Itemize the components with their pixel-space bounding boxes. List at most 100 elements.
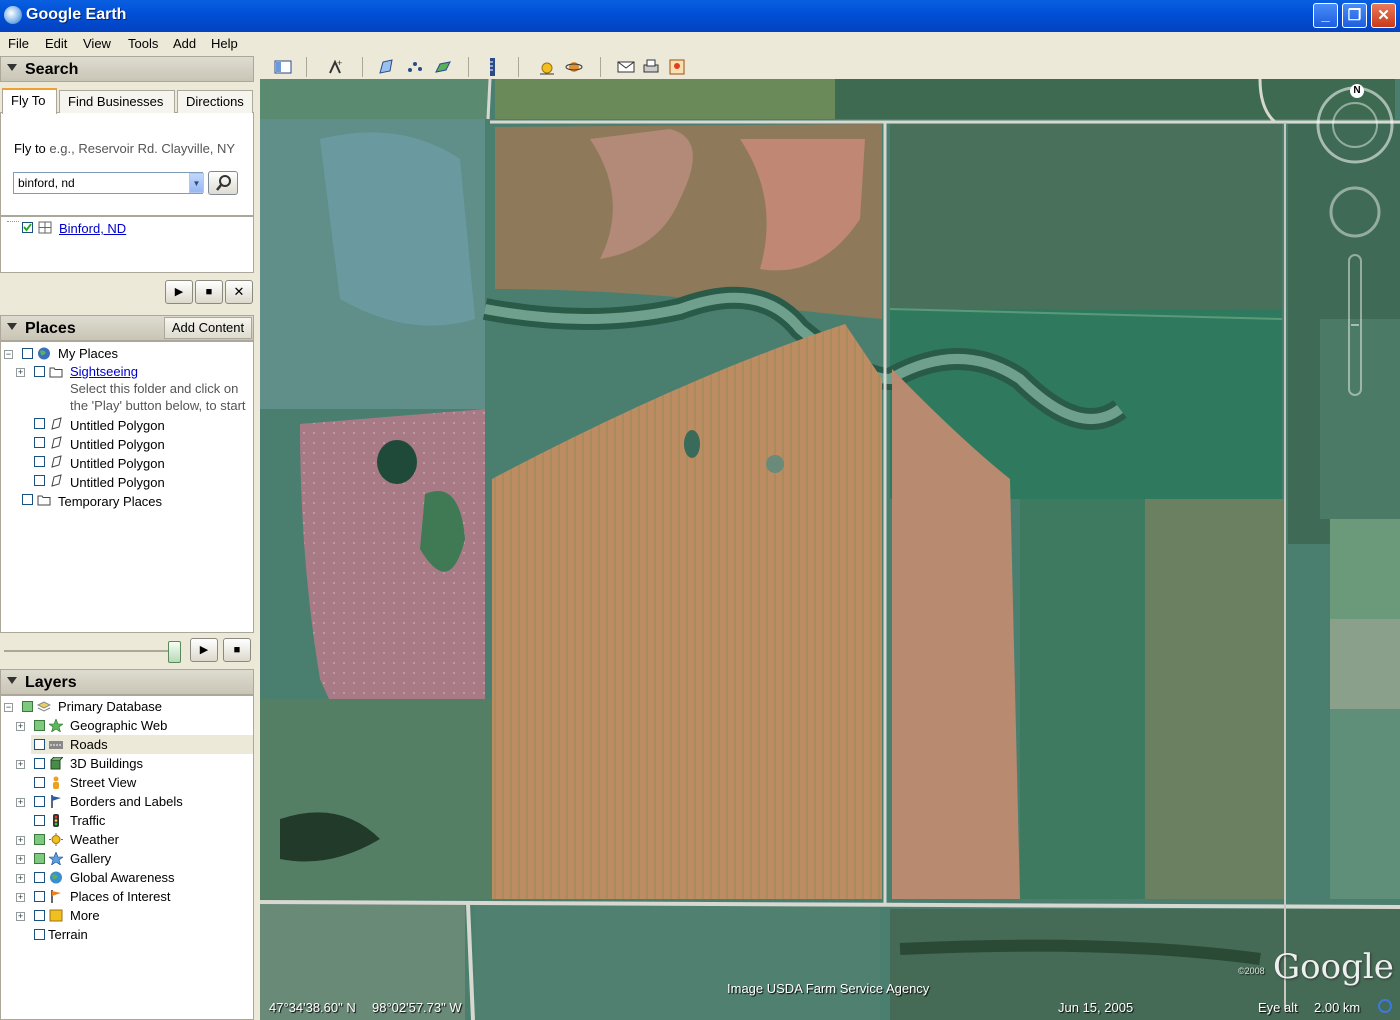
expand-icon[interactable]: + bbox=[16, 912, 25, 921]
minimize-button[interactable]: _ bbox=[1313, 3, 1338, 28]
layer-traffic[interactable]: Traffic bbox=[70, 813, 105, 832]
planet-icon[interactable] bbox=[565, 58, 583, 76]
play-button[interactable]: ▶ bbox=[165, 280, 193, 304]
tour-slider-track[interactable] bbox=[4, 650, 178, 652]
layer-checkbox[interactable] bbox=[34, 720, 45, 731]
polygon-checkbox[interactable] bbox=[34, 475, 45, 486]
expand-icon[interactable]: + bbox=[16, 368, 25, 377]
list-item[interactable]: Binford, ND bbox=[7, 219, 247, 238]
my-places-label[interactable]: My Places bbox=[58, 346, 118, 365]
temporary-places-checkbox[interactable] bbox=[22, 494, 33, 505]
eye-alt-value: 2.00 km bbox=[1314, 1000, 1361, 1015]
imagery-date: Jun 15, 2005 bbox=[1058, 1000, 1134, 1015]
polygon-checkbox[interactable] bbox=[34, 437, 45, 448]
close-button[interactable]: ✕ bbox=[1371, 3, 1396, 28]
result-binford[interactable]: Binford, ND bbox=[59, 221, 126, 236]
search-dropdown-icon[interactable]: ▼ bbox=[189, 173, 204, 193]
menu-tools[interactable]: Tools bbox=[128, 36, 158, 51]
roads-icon bbox=[49, 741, 63, 749]
sidebar-toggle-icon[interactable] bbox=[274, 58, 292, 76]
tab-fly-to[interactable]: Fly To bbox=[2, 88, 57, 114]
tour-stop-button[interactable]: ■ bbox=[223, 638, 251, 662]
layers-panel-header[interactable]: Layers bbox=[0, 669, 254, 695]
result-checkbox[interactable] bbox=[22, 222, 33, 233]
stop-button[interactable]: ■ bbox=[195, 280, 223, 304]
layer-roads[interactable]: Roads bbox=[70, 737, 108, 756]
layer-borders-labels[interactable]: Borders and Labels bbox=[70, 794, 183, 813]
layer-checkbox[interactable] bbox=[34, 796, 45, 807]
placemark-tool-icon[interactable]: + bbox=[326, 58, 344, 76]
expand-icon[interactable]: + bbox=[16, 874, 25, 883]
menu-help[interactable]: Help bbox=[211, 36, 238, 51]
layer-checkbox[interactable] bbox=[34, 834, 45, 845]
primary-database-label[interactable]: Primary Database bbox=[58, 699, 162, 718]
google-logo: Google bbox=[1273, 947, 1394, 987]
layer-more[interactable]: More bbox=[70, 908, 100, 927]
menu-view[interactable]: View bbox=[83, 36, 111, 51]
expand-icon[interactable]: + bbox=[16, 798, 25, 807]
polygon-item[interactable]: Untitled Polygon bbox=[70, 475, 165, 494]
search-input[interactable]: binford, nd bbox=[13, 172, 203, 194]
satellite-imagery bbox=[260, 79, 1400, 1020]
terrain-checkbox[interactable] bbox=[34, 929, 45, 940]
maximize-button[interactable]: ❐ bbox=[1342, 3, 1367, 28]
expand-icon[interactable]: + bbox=[16, 836, 25, 845]
view-in-maps-icon[interactable] bbox=[668, 58, 686, 76]
expand-icon[interactable]: + bbox=[16, 722, 25, 731]
tour-play-button[interactable]: ▶ bbox=[190, 638, 218, 662]
search-panel-header[interactable]: Search bbox=[0, 56, 254, 82]
layer-places-of-interest[interactable]: Places of Interest bbox=[70, 889, 170, 908]
expand-icon[interactable]: + bbox=[16, 893, 25, 902]
print-icon[interactable] bbox=[642, 58, 660, 76]
collapse-icon[interactable]: − bbox=[4, 350, 13, 359]
layer-checkbox[interactable] bbox=[34, 777, 45, 788]
layer-checkbox[interactable] bbox=[34, 853, 45, 864]
compass-north-marker[interactable]: N bbox=[1350, 84, 1364, 98]
menu-add[interactable]: Add bbox=[173, 36, 196, 51]
my-places-checkbox[interactable] bbox=[22, 348, 33, 359]
sightseeing-checkbox[interactable] bbox=[34, 366, 45, 377]
layer-global-awareness[interactable]: Global Awareness bbox=[70, 870, 175, 889]
navigation-controls[interactable] bbox=[1315, 85, 1400, 405]
layer-checkbox[interactable] bbox=[34, 758, 45, 769]
layer-terrain[interactable]: Terrain bbox=[48, 927, 88, 946]
menu-file[interactable]: File bbox=[8, 36, 29, 51]
map-view[interactable]: N Image USDA Farm Service Agency ©2008 G… bbox=[260, 79, 1400, 1020]
primary-database-checkbox[interactable] bbox=[22, 701, 33, 712]
layer-checkbox[interactable] bbox=[34, 739, 45, 750]
layer-gallery[interactable]: Gallery bbox=[70, 851, 111, 870]
tab-directions[interactable]: Directions bbox=[177, 90, 253, 113]
collapse-triangle-icon bbox=[7, 64, 17, 71]
collapse-icon[interactable]: − bbox=[4, 703, 13, 712]
path-tool-icon[interactable] bbox=[406, 58, 424, 76]
email-icon[interactable] bbox=[617, 58, 635, 76]
clear-button[interactable]: ✕ bbox=[225, 280, 253, 304]
sunlight-icon[interactable] bbox=[538, 58, 556, 76]
expand-icon[interactable]: + bbox=[16, 855, 25, 864]
polygon-checkbox[interactable] bbox=[34, 456, 45, 467]
polygon-checkbox[interactable] bbox=[34, 418, 45, 429]
temporary-places-label[interactable]: Temporary Places bbox=[58, 494, 162, 513]
layer-checkbox[interactable] bbox=[34, 891, 45, 902]
layer-weather[interactable]: Weather bbox=[70, 832, 119, 851]
tour-slider-handle[interactable] bbox=[168, 641, 181, 663]
layer-street-view[interactable]: Street View bbox=[70, 775, 136, 794]
layer-3d-buildings[interactable]: 3D Buildings bbox=[70, 756, 143, 775]
polygon-item[interactable]: Untitled Polygon bbox=[70, 437, 165, 456]
image-overlay-icon[interactable] bbox=[434, 58, 452, 76]
layer-checkbox[interactable] bbox=[34, 815, 45, 826]
polygon-item[interactable]: Untitled Polygon bbox=[70, 456, 165, 475]
collapse-triangle-icon bbox=[7, 677, 17, 684]
folder-icon bbox=[37, 495, 51, 506]
add-content-button[interactable]: Add Content bbox=[164, 317, 252, 339]
layer-checkbox[interactable] bbox=[34, 910, 45, 921]
flag-icon bbox=[51, 795, 61, 808]
polygon-item[interactable]: Untitled Polygon bbox=[70, 418, 165, 437]
expand-icon[interactable]: + bbox=[16, 760, 25, 769]
polygon-tool-icon[interactable] bbox=[378, 58, 396, 76]
ruler-icon[interactable] bbox=[484, 58, 502, 76]
menu-edit[interactable]: Edit bbox=[45, 36, 67, 51]
layer-checkbox[interactable] bbox=[34, 872, 45, 883]
search-button[interactable] bbox=[208, 171, 238, 195]
tab-find-businesses[interactable]: Find Businesses bbox=[59, 90, 175, 113]
